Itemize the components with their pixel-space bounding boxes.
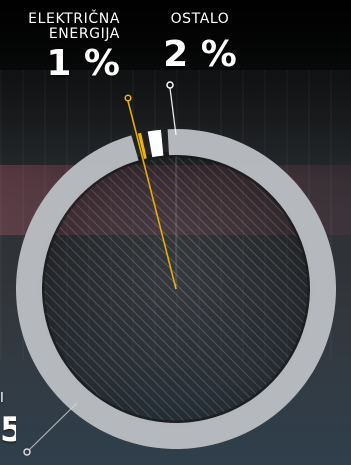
slice-value-main: 5 (0, 410, 16, 448)
callout-ostalo-dot (166, 81, 174, 89)
slice-value-elektricna: 1 % (46, 43, 120, 85)
slice-label-main-partial: I 5 (0, 392, 16, 447)
slice-label-ostalo: OSTALO 2 % (160, 11, 240, 76)
slice-label-elektricna: ELEKTRIČNA ENERGIJA 1 % (20, 11, 120, 85)
callout-ostalo-line (169, 87, 177, 136)
callout-elektricna-dot (124, 94, 132, 102)
slice-label-elektricna-line1: ELEKTRIČNA (28, 11, 120, 27)
slice-label-main-line1: I (0, 392, 5, 406)
callout-main-line (28, 402, 78, 451)
slice-label-elektricna-line2: ENERGIJA (48, 26, 120, 43)
donut-root (15, 81, 336, 456)
slice-ostalo (147, 129, 164, 158)
slice-value-ostalo: 2 % (163, 34, 237, 76)
slice-label-ostalo-line1: OSTALO (170, 11, 230, 27)
chart-stage: ELEKTRIČNA ENERGIJA 1 % OSTALO 2 % I 5 (0, 0, 351, 465)
